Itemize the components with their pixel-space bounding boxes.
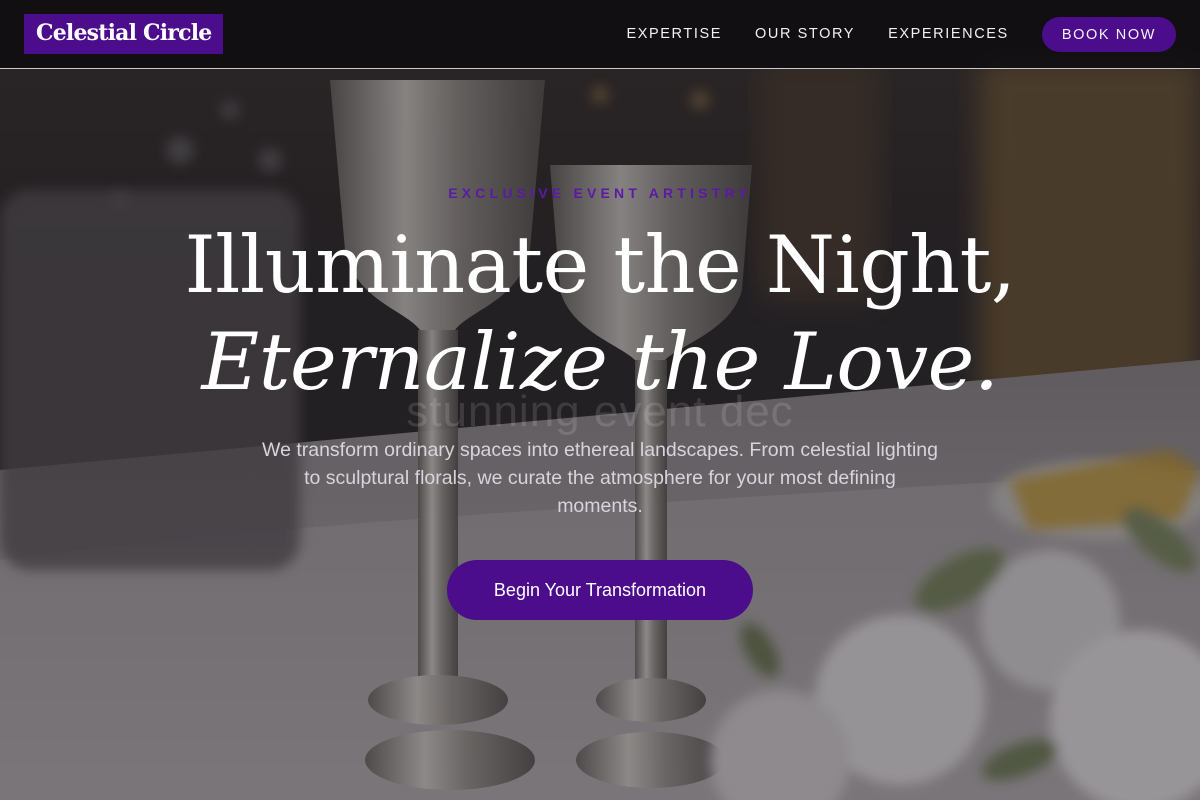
nav-link-our-story[interactable]: OUR STORY [755, 26, 855, 42]
hero-headline-line1: Illuminate the Night, [184, 219, 1016, 311]
hero-description: We transform ordinary spaces into ethere… [262, 439, 938, 517]
book-now-button[interactable]: BOOK NOW [1041, 16, 1176, 52]
brand-logo[interactable]: Celestial Circle [24, 14, 224, 54]
nav-link-experiences[interactable]: EXPERIENCES [888, 26, 1009, 42]
hero-headline-line2: Eternalize the Love. [201, 316, 999, 408]
nav-link-expertise[interactable]: EXPERTISE [626, 26, 722, 42]
hero-headline: Illuminate the Night, Eternalize the Lov… [0, 217, 1200, 411]
main-nav: EXPERTISE OUR STORY EXPERIENCES BOOK NOW [626, 16, 1176, 52]
begin-transformation-button[interactable]: Begin Your Transformation [447, 560, 753, 620]
hero-eyebrow: EXCLUSIVE EVENT ARTISTRY [448, 185, 752, 201]
site-header: Celestial Circle EXPERTISE OUR STORY EXP… [0, 0, 1200, 69]
hero-section: EXCLUSIVE EVENT ARTISTRY stunning event … [0, 69, 1200, 800]
